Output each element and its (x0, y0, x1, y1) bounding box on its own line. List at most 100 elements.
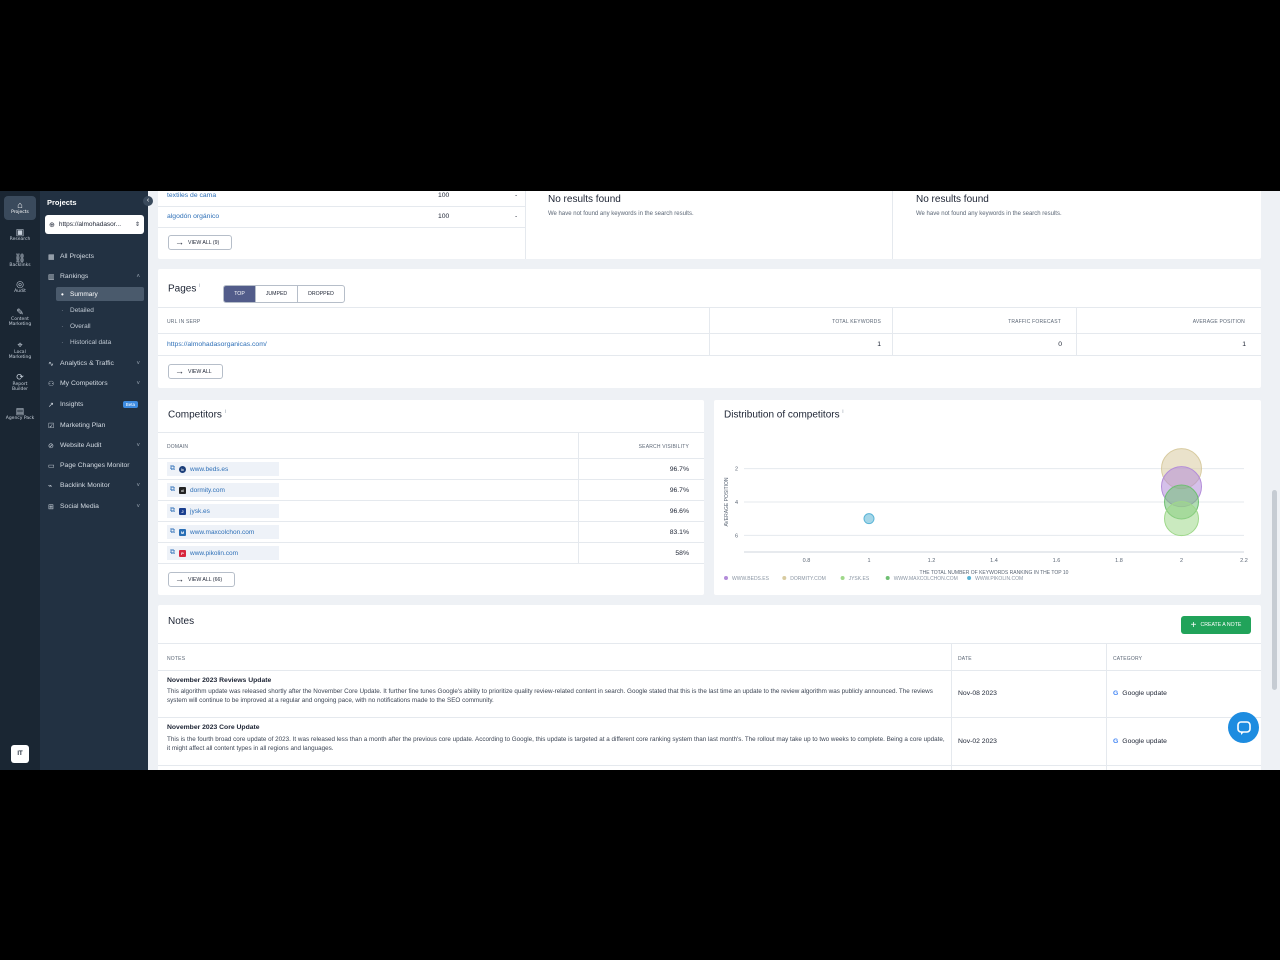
sidebar-item-backlink-monitor[interactable]: ⌁ Backlink Monitor ˅ (48, 478, 142, 493)
note-body: This algorithm update was released short… (167, 688, 933, 704)
rail-report-builder[interactable]: ⟳ Report Builder (4, 368, 36, 396)
chat-button[interactable] (1228, 712, 1259, 743)
icon-rail: ⌂ Projects ▣ Research ⛓ Backlinks ◎ Audi… (0, 191, 40, 770)
app-window: ⌂ Projects ▣ Research ⛓ Backlinks ◎ Audi… (0, 191, 1280, 770)
sidebar-item-website-audit[interactable]: ⊘ Website Audit ˅ (48, 438, 142, 453)
sidebar-item-page-changes[interactable]: ▭ Page Changes Monitor (48, 458, 142, 473)
pages-title: Pages i (168, 283, 201, 295)
sidebar-item-insights[interactable]: ↗ Insights Beta (48, 397, 142, 412)
page-url-link[interactable]: https://almohadasorganicas.com/ (167, 341, 267, 348)
page-scrollbar[interactable] (1272, 490, 1277, 690)
table-row: ⧉ M www.maxcolchon.com 83.1% (158, 522, 704, 543)
keyword-link[interactable]: textiles de cama (167, 192, 216, 199)
tab-dropped[interactable]: DROPPED (298, 286, 344, 302)
distribution-chart: 2460.8 1 1.2 1.4 1.6 1.8 2 2.2THE TOTAL NUMBER … (724, 448, 1248, 582)
competitors-icon: ⚇ (48, 380, 55, 388)
external-link-icon[interactable]: ⧉ (170, 465, 175, 473)
external-link-icon[interactable]: ⧉ (170, 507, 175, 515)
view-all-competitors-button[interactable]: → VIEW ALL (66) (168, 572, 235, 587)
avatar[interactable]: IT (11, 745, 29, 763)
notes-card: Notes + CREATE A NOTE NOTES DATE CATEGOR… (158, 605, 1261, 770)
competitor-domain[interactable]: ⧉ J jysk.es (167, 504, 279, 518)
sidebar-title: Projects (47, 198, 77, 207)
sidebar-item-rankings[interactable]: ▥ Rankings ˄ (48, 269, 142, 284)
google-icon: G (1113, 738, 1119, 745)
create-note-button[interactable]: + CREATE A NOTE (1181, 616, 1251, 634)
project-url: https://almohadasor... (58, 221, 122, 228)
tab-jumped[interactable]: JUMPED (256, 286, 298, 302)
sidebar-item-analytics[interactable]: ∿ Analytics & Traffic ˅ (48, 356, 142, 371)
competitor-domain[interactable]: ⧉ d dormity.com (167, 483, 279, 497)
no-results-text: We have not found any keywords in the se… (916, 211, 1062, 217)
x-tick-label: 1.8 (1115, 558, 1123, 564)
rail-agency-pack[interactable]: ▤ Agency Pack (4, 400, 36, 428)
link-icon: ⛓ (14, 253, 26, 263)
competitor-domain[interactable]: ⧉ b www.beds.es (167, 462, 279, 476)
favicon-icon: b (179, 465, 186, 473)
favicon-icon: M (179, 528, 186, 536)
favicon-icon: d (179, 486, 186, 494)
external-link-icon[interactable]: ⧉ (170, 486, 175, 494)
x-tick-label: 2 (1180, 558, 1183, 564)
view-all-keywords-button[interactable]: → VIEW ALL (9) (168, 235, 232, 250)
sidebar-item-summary[interactable]: • Summary (56, 287, 144, 301)
chevron-down-icon: ˅ (136, 442, 140, 449)
sidebar-item-marketing-plan[interactable]: ☑ Marketing Plan (48, 418, 142, 433)
x-tick-label: 1.6 (1053, 558, 1061, 564)
view-all-pages-button[interactable]: → VIEW ALL (168, 364, 223, 379)
competitors-title: Competitors i (168, 409, 226, 421)
y-tick-label: 6 (735, 533, 738, 539)
project-select[interactable]: ⊕ https://almohadasor... ⇕ (45, 215, 144, 234)
main-content: textiles de cama 100 - algodón orgánico … (148, 191, 1270, 770)
x-tick-label: 1 (867, 558, 870, 564)
chevron-down-icon: ˅ (136, 503, 140, 510)
list-icon: ▦ (48, 253, 55, 261)
insights-icon: ↗ (48, 401, 54, 409)
favicon-icon: J (179, 507, 186, 515)
legend-label: WWW.MAXCOLCHON.COM (894, 576, 958, 582)
legend-label: DORMITY.COM (790, 576, 825, 582)
research-icon: ▣ (15, 227, 25, 237)
rail-audit[interactable]: ◎ Audit (4, 275, 36, 299)
chevron-down-icon: ˅ (136, 482, 140, 489)
y-tick-label: 2 (735, 467, 738, 473)
sidebar-item-detailed[interactable]: · Detailed (56, 303, 144, 317)
chat-icon (1236, 720, 1251, 735)
distribution-title: Distribution of competitors i (724, 409, 844, 421)
table-row: November 2023 Core Update This is the fo… (158, 718, 1261, 766)
report-icon: ⟳ (16, 371, 24, 382)
tab-top[interactable]: TOP (224, 286, 256, 302)
favicon-icon: P (179, 549, 186, 557)
sidebar-item-overall[interactable]: · Overall (56, 319, 144, 333)
no-results-title: No results found (916, 194, 989, 205)
legend-label: WWW.PIKOLIN.COM (975, 576, 1023, 582)
competitor-domain[interactable]: ⧉ P www.pikolin.com (167, 546, 279, 560)
bullet-icon: · (61, 305, 64, 315)
sidebar-item-historical[interactable]: · Historical data (56, 335, 144, 349)
agency-icon: ▤ (15, 406, 25, 416)
rail-content-marketing[interactable]: ✎ Content Marketing (4, 303, 36, 331)
keyword-link[interactable]: algodón orgánico (167, 213, 219, 220)
arrow-right-icon: → (175, 237, 184, 247)
legend-marker (967, 576, 972, 580)
external-link-icon[interactable]: ⧉ (170, 549, 175, 557)
sidebar-item-social-media[interactable]: ⊞ Social Media ˅ (48, 499, 142, 514)
rail-backlinks[interactable]: ⛓ Backlinks (4, 249, 36, 273)
external-link-icon[interactable]: ⧉ (170, 528, 175, 536)
y-tick-label: 4 (735, 500, 738, 506)
legend-marker (885, 576, 890, 580)
table-row: textiles de cama 100 - (158, 191, 525, 207)
rail-projects[interactable]: ⌂ Projects (4, 196, 36, 220)
rail-research[interactable]: ▣ Research (4, 223, 36, 247)
x-tick-label: 0.8 (803, 558, 811, 564)
checklist-icon: ☑ (48, 422, 55, 430)
rail-local-marketing[interactable]: ⌖ Local Marketing (4, 336, 36, 364)
table-row: ⧉ P www.pikolin.com 58% (158, 543, 704, 564)
home-icon: ⌂ (17, 200, 23, 210)
table-header: NOTES DATE CATEGORY (158, 643, 1261, 671)
bubble-jysk-es (1164, 501, 1199, 537)
sidebar-item-all-projects[interactable]: ▦ All Projects (48, 249, 142, 264)
competitor-domain[interactable]: ⧉ M www.maxcolchon.com (167, 525, 279, 539)
sidebar-item-competitors[interactable]: ⚇ My Competitors ˅ (48, 376, 142, 391)
note-date: Nov-02 2023 (958, 738, 997, 745)
